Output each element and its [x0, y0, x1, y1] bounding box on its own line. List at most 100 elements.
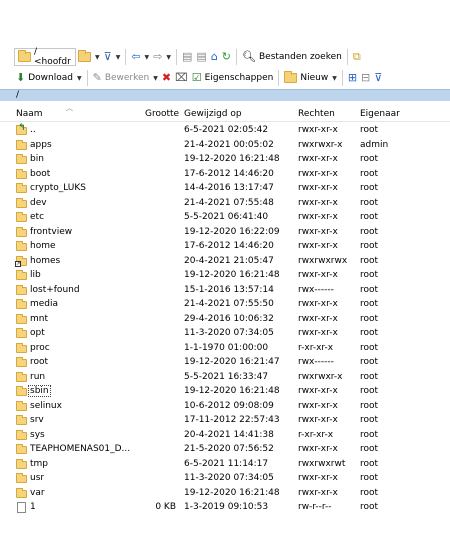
file-modified: 5-5-2021 16:33:47: [184, 371, 269, 382]
file-rights: rwxrwxrwt: [298, 458, 346, 469]
toolbar-separator: [346, 49, 348, 65]
file-rights: rwxr-xr-x: [298, 125, 338, 135]
file-row[interactable]: home 17-6-2012 14:46:20 rwxr-xr-x root: [0, 239, 450, 254]
address-bar[interactable]: /: [0, 89, 450, 101]
filter-selection-button[interactable]: ⊽: [372, 69, 384, 87]
file-row[interactable]: etc 5-5-2021 06:41:40 rwxr-xr-x root: [0, 210, 450, 225]
chevron-down-icon: ▼: [76, 74, 82, 82]
file-rights: rwxr-xr-x: [298, 168, 338, 179]
refresh-button[interactable]: ↻: [220, 48, 233, 66]
file-owner: root: [360, 415, 379, 425]
file-row[interactable]: selinux 10-6-2012 09:08:09 rwxr-xr-x root: [0, 399, 450, 414]
file-row[interactable]: var 19-12-2020 16:21:48 rwxr-xr-x root: [0, 486, 450, 501]
download-button[interactable]: ⬇ Download ▼: [14, 69, 84, 87]
file-row[interactable]: crypto_LUKS 14-4-2016 13:17:47 rwxr-xr-x ro…: [0, 181, 450, 196]
column-size-header[interactable]: Grootte: [145, 109, 179, 119]
file-rights: rwxr-xr-x: [298, 226, 338, 237]
file-list: ↰.. 6-5-2021 02:05:42 rwxr-xr-x root apps 21-…: [0, 123, 450, 515]
navigation-toolbar: / <hoofdr ▼ ⊽ ▼ ⇦ ▼ ⇨ ▼ ▤ ▤ ⌂ ↻ 🔍︎ Besta…: [0, 46, 450, 68]
file-modified: 1-3-2019 09:10:53: [184, 502, 269, 512]
edit-button[interactable]: ✎ Bewerken ▼: [91, 69, 160, 87]
file-row[interactable]: apps 21-4-2021 00:05:02 rwxrwxr-x admin: [0, 138, 450, 153]
file-name: crypto_LUKS: [30, 183, 86, 193]
sync-browse-button[interactable]: ⧉: [351, 48, 363, 66]
open-folder-icon: [78, 50, 91, 62]
home-icon: ⌂: [210, 50, 218, 63]
filter-icon: ⊽: [103, 50, 112, 63]
edit-label: Bewerken: [104, 73, 150, 83]
file-name: lib: [30, 270, 41, 280]
file-row[interactable]: frontview 19-12-2020 16:22:09 rwxr-xr-x roo…: [0, 225, 450, 240]
forward-button[interactable]: ⇨ ▼: [151, 48, 173, 66]
column-rights-header[interactable]: Rechten: [298, 109, 335, 119]
new-button[interactable]: Nieuw ▼: [282, 69, 338, 87]
unselect-button[interactable]: ⊟: [359, 69, 372, 87]
file-owner: root: [360, 458, 379, 469]
file-row[interactable]: sbin 19-12-2020 16:21:48 rwxr-xr-x root: [0, 384, 450, 399]
root-dir-button[interactable]: ▤: [194, 48, 208, 66]
folder-icon: [16, 284, 28, 296]
file-row[interactable]: sys 20-4-2021 14:41:38 r-xr-xr-x root: [0, 428, 450, 443]
file-owner: root: [360, 502, 379, 512]
find-files-button[interactable]: 🔍︎ Bestanden zoeken: [240, 48, 344, 66]
parent-dir-button[interactable]: ▤: [180, 48, 194, 66]
file-name: TEAPHOMENAS01_D...: [30, 444, 131, 454]
file-name: dev: [30, 197, 47, 208]
download-label: Download: [28, 73, 73, 83]
home-button[interactable]: ⌂: [209, 48, 220, 66]
file-row[interactable]: lib 19-12-2020 16:21:48 rwxr-xr-x root: [0, 268, 450, 283]
file-modified: 21-5-2020 07:56:52: [184, 444, 274, 454]
file-name: proc: [30, 342, 50, 353]
path-dropdown[interactable]: / <hoofdr: [14, 47, 76, 67]
file-row[interactable]: proc 1-1-1970 01:00:00 r-xr-xr-x root: [0, 341, 450, 356]
download-icon: ⬇: [16, 71, 26, 84]
file-row[interactable]: ↗ homes 20-4-2021 21:05:47 rwxrwxrwx root: [0, 254, 450, 269]
rename-button[interactable]: ⌧: [173, 69, 190, 87]
file-name: usr: [30, 473, 45, 483]
file-row[interactable]: usr 11-3-2020 07:34:05 rwxr-xr-x root: [0, 471, 450, 486]
file-row[interactable]: opt 11-3-2020 07:34:05 rwxr-xr-x root: [0, 326, 450, 341]
delete-button[interactable]: ✖: [160, 69, 173, 87]
file-row[interactable]: media 21-4-2021 07:55:50 rwxr-xr-x root: [0, 297, 450, 312]
file-toolbar: ⬇ Download ▼ ✎ Bewerken ▼ ✖ ⌧ ☑ Eigensch…: [0, 67, 450, 89]
file-row[interactable]: lost+found 15-1-2016 13:57:14 rwx------ roo…: [0, 283, 450, 298]
file-row[interactable]: dev 21-4-2021 07:55:48 rwxr-xr-x root: [0, 196, 450, 211]
file-row[interactable]: 1 0 KB 1-3-2019 09:10:53 rw-r--r-- root: [0, 500, 450, 515]
file-owner: root: [360, 197, 379, 208]
file-name: media: [30, 299, 59, 309]
select-all-button[interactable]: ⊞: [346, 69, 359, 87]
file-row[interactable]: srv 17-11-2012 22:57:43 rwxr-xr-x root: [0, 413, 450, 428]
file-modified: 19-12-2020 16:21:48: [184, 270, 280, 280]
file-rights: rwxrwxrwx: [298, 255, 348, 266]
file-row[interactable]: TEAPHOMENAS01_D... 21-5-2020 07:56:52 rwxr…: [0, 442, 450, 457]
folder-icon: [16, 342, 28, 354]
column-name-header[interactable]: Naam: [16, 109, 43, 119]
filter-button[interactable]: ⊽ ▼: [102, 48, 123, 66]
file-row[interactable]: bin 19-12-2020 16:21:48 rwxr-xr-x root: [0, 152, 450, 167]
plus-icon: ⊞: [347, 71, 358, 84]
file-row[interactable]: tmp 6-5-2021 11:14:17 rwxrwxrwt root: [0, 457, 450, 472]
file-modified: 17-6-2012 14:46:20: [184, 241, 274, 251]
file-row[interactable]: boot 17-6-2012 14:46:20 rwxr-xr-x root: [0, 167, 450, 182]
file-row[interactable]: mnt 29-4-2016 10:06:32 rwxr-xr-x root: [0, 312, 450, 327]
edit-icon: ✎: [92, 71, 102, 84]
file-name: var: [30, 487, 45, 498]
back-arrow-icon: ⇦: [131, 50, 141, 63]
file-rights: rwxr-xr-x: [298, 487, 338, 498]
file-row[interactable]: run 5-5-2021 16:33:47 rwxrwxr-x root: [0, 370, 450, 385]
file-rights: rwxr-xr-x: [298, 328, 338, 338]
column-name-label: Naam: [16, 109, 43, 119]
properties-button[interactable]: ☑ Eigenschappen: [190, 69, 276, 87]
file-row[interactable]: ↰.. 6-5-2021 02:05:42 rwxr-xr-x root: [0, 123, 450, 138]
address-path: /: [16, 90, 20, 100]
file-modified: 14-4-2016 13:17:47: [184, 183, 274, 193]
column-owner-header[interactable]: Eigenaar: [360, 109, 400, 119]
file-rights: rwxr-xr-x: [298, 299, 338, 309]
file-owner: root: [360, 255, 379, 266]
file-owner: root: [360, 299, 379, 309]
open-folder-button[interactable]: ▼: [76, 48, 102, 66]
back-button[interactable]: ⇦ ▼: [129, 48, 151, 66]
column-modified-header[interactable]: Gewijzigd op: [184, 109, 242, 119]
file-rights: r-xr-xr-x: [298, 342, 334, 353]
file-row[interactable]: root 19-12-2020 16:21:47 rwx------ root: [0, 355, 450, 370]
